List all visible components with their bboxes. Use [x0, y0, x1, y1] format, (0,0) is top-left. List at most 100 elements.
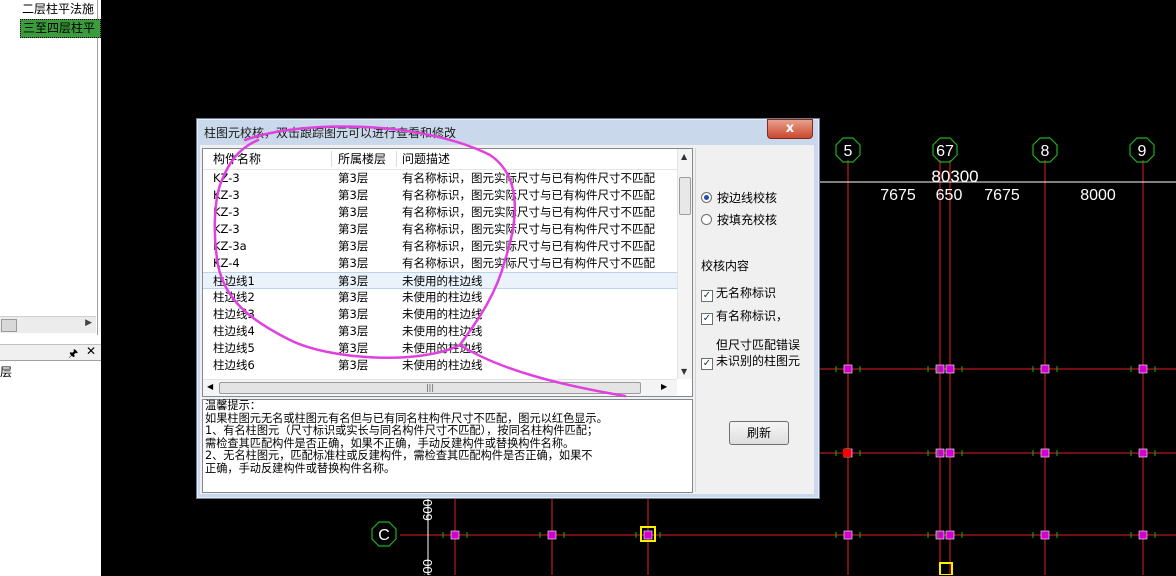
cell-floor: 第3层: [338, 290, 369, 304]
axis-label: 67: [936, 143, 954, 160]
dialog-title: 柱图元校核，双击跟踪图元可以进行查看和修改: [204, 126, 457, 140]
radio-check-by-edge[interactable]: 按边线校核: [701, 190, 777, 206]
checkmark-icon[interactable]: ✓: [701, 313, 713, 325]
tips-box: 温馨提示： 如果柱图元无名或柱图元有名但与已有同名柱构件尺寸不匹配，图元以红色显…: [202, 399, 693, 493]
column-marker: [1040, 530, 1050, 540]
tips-line: 1、有名柱图元（尺寸标识或实长与同名构件尺寸不匹配），按同名柱构件匹配；: [205, 424, 599, 437]
table-row[interactable]: KZ-3 第3层 有名称标识，图元实际尺寸与已有构件尺寸不匹配: [203, 187, 677, 204]
cell-description: 未使用的柱边线: [402, 341, 483, 355]
cell-description: 有名称标识，图元实际尺寸与已有构件尺寸不匹配: [402, 205, 655, 219]
column-header-description[interactable]: 问题描述: [402, 152, 450, 166]
dimension-label: 8000: [1080, 187, 1116, 204]
cell-component-name: KZ-3: [213, 222, 240, 236]
radio-label: 按填充校核: [717, 213, 778, 227]
dimension-label: 7675: [880, 187, 916, 204]
scroll-down-icon[interactable]: ▼: [681, 367, 687, 376]
header-divider[interactable]: [396, 151, 397, 167]
scroll-left-icon[interactable]: ◀: [207, 382, 213, 391]
error-column-marker: [843, 449, 851, 457]
column-marker: [843, 530, 853, 540]
axis-label: 5: [844, 143, 853, 160]
column-marker: [1138, 448, 1148, 458]
checkmark-icon[interactable]: ✓: [701, 358, 713, 370]
issue-list[interactable]: 构件名称 所属楼层 问题描述 KZ-3 第3层 有名称标识，图元实际尺寸与已有构件尺…: [202, 148, 693, 397]
table-row[interactable]: KZ-3 第3层 有名称标识，图元实际尺寸与已有构件尺寸不匹配: [203, 170, 677, 187]
scroll-up-icon[interactable]: ▲: [681, 152, 687, 161]
radio-check-by-fill[interactable]: 按填充校核: [701, 212, 777, 228]
scroll-thumb[interactable]: [1, 319, 17, 332]
cell-component-name: KZ-4: [213, 256, 240, 270]
cell-component-name: KZ-3: [213, 171, 240, 185]
tips-line: 2、无名柱图元，匹配标准柱或反建构件，需检查其匹配构件是否正确，如果不: [205, 449, 593, 462]
column-marker: [1040, 364, 1050, 374]
cell-component-name: 柱边线4: [213, 324, 255, 338]
table-row[interactable]: 柱边线3 第3层 未使用的柱边线: [203, 306, 677, 323]
table-row[interactable]: KZ-4 第3层 有名称标识，图元实际尺寸与已有构件尺寸不匹配: [203, 255, 677, 272]
scroll-thumb[interactable]: |||: [219, 382, 641, 394]
dimension-label: 600: [420, 559, 435, 575]
cell-description: 有名称标识，图元实际尺寸与已有构件尺寸不匹配: [402, 239, 655, 253]
scroll-thumb[interactable]: [679, 177, 691, 215]
checkbox-unrecognized[interactable]: ✓ 未识别的柱图元: [701, 353, 800, 370]
column-marker: [945, 448, 955, 458]
dialog-close-button[interactable]: x: [767, 119, 813, 139]
cell-description: 未使用的柱边线: [402, 290, 483, 304]
radio-unselected-icon[interactable]: [701, 214, 712, 225]
table-row[interactable]: KZ-3 第3层 有名称标识，图元实际尺寸与已有构件尺寸不匹配: [203, 204, 677, 221]
table-row[interactable]: 柱边线4 第3层 未使用的柱边线: [203, 323, 677, 340]
list-rows: KZ-3 第3层 有名称标识，图元实际尺寸与已有构件尺寸不匹配 KZ-3 第3层 有名称标…: [203, 170, 677, 374]
property-panel: 层: [0, 360, 101, 576]
cell-component-name: 柱边线1: [213, 274, 255, 288]
cell-component-name: 柱边线3: [213, 307, 255, 321]
checkbox-label-continuation: 但尺寸匹配错误: [716, 338, 801, 352]
column-marker: [1138, 364, 1148, 374]
list-vertical-scrollbar[interactable]: ▲ ▼: [677, 149, 692, 379]
table-row[interactable]: 柱边线1 第3层 未使用的柱边线: [203, 272, 677, 289]
dimension-label: 600: [420, 499, 435, 521]
cell-component-name: KZ-3: [213, 188, 240, 202]
column-header-name[interactable]: 构件名称: [213, 152, 261, 166]
checkmark-icon[interactable]: ✓: [701, 290, 713, 302]
checkbox-label: 有名称标识，: [716, 309, 789, 323]
cell-floor: 第3层: [338, 188, 369, 202]
cell-floor: 第3层: [338, 358, 369, 372]
tree-item-floor-2[interactable]: 二层柱平法施: [22, 1, 97, 18]
tree-item-floor-3-4[interactable]: 三至四层柱平: [20, 19, 101, 38]
axis-label: 8: [1041, 143, 1050, 160]
table-row[interactable]: KZ-3a 第3层 有名称标识，图元实际尺寸与已有构件尺寸不匹配: [203, 238, 677, 255]
column-marker: [1040, 448, 1050, 458]
table-row[interactable]: KZ-3 第3层 有名称标识，图元实际尺寸与已有构件尺寸不匹配: [203, 221, 677, 238]
column-marker: [1138, 530, 1148, 540]
left-horizontal-scrollbar[interactable]: ▶: [0, 316, 96, 333]
axis-label: C: [378, 527, 390, 544]
scroll-right-icon[interactable]: ▶: [85, 318, 92, 328]
cell-floor: 第3层: [338, 256, 369, 270]
checkbox-named-size-mismatch[interactable]: ✓ 有名称标识，: [701, 308, 789, 325]
list-horizontal-scrollbar[interactable]: ◀ ||| ▶: [203, 379, 677, 396]
table-row[interactable]: 柱边线5 第3层 未使用的柱边线: [203, 340, 677, 357]
table-row[interactable]: 柱边线2 第3层 未使用的柱边线: [203, 289, 677, 306]
checkbox-label: 无名称标识: [716, 286, 777, 300]
cell-floor: 第3层: [338, 324, 369, 338]
close-icon[interactable]: ✕: [86, 344, 96, 358]
header-divider[interactable]: [331, 151, 332, 167]
dimension-label: 7675: [984, 187, 1020, 204]
cell-description: 未使用的柱边线: [402, 307, 483, 321]
cell-component-name: 柱边线2: [213, 290, 255, 304]
radio-selected-icon[interactable]: [701, 192, 712, 203]
column-marker: [843, 364, 853, 374]
tips-line: 温馨提示：: [205, 399, 261, 412]
radio-label: 按边线校核: [717, 191, 778, 205]
scroll-right-icon[interactable]: ▶: [661, 382, 667, 391]
cell-floor: 第3层: [338, 274, 369, 288]
cell-floor: 第3层: [338, 205, 369, 219]
cell-description: 有名称标识，图元实际尺寸与已有构件尺寸不匹配: [402, 171, 655, 185]
table-row[interactable]: 柱边线6 第3层 未使用的柱边线: [203, 357, 677, 374]
column-header-floor[interactable]: 所属楼层: [338, 152, 386, 166]
tips-line: 正确，手动反建构件或替换构件名称。: [205, 461, 396, 475]
cell-description: 未使用的柱边线: [402, 274, 483, 288]
column-marker: [945, 530, 955, 540]
checkbox-no-name[interactable]: ✓ 无名称标识: [701, 285, 777, 302]
refresh-button[interactable]: 刷新: [729, 421, 789, 445]
cell-description: 未使用的柱边线: [402, 324, 483, 338]
